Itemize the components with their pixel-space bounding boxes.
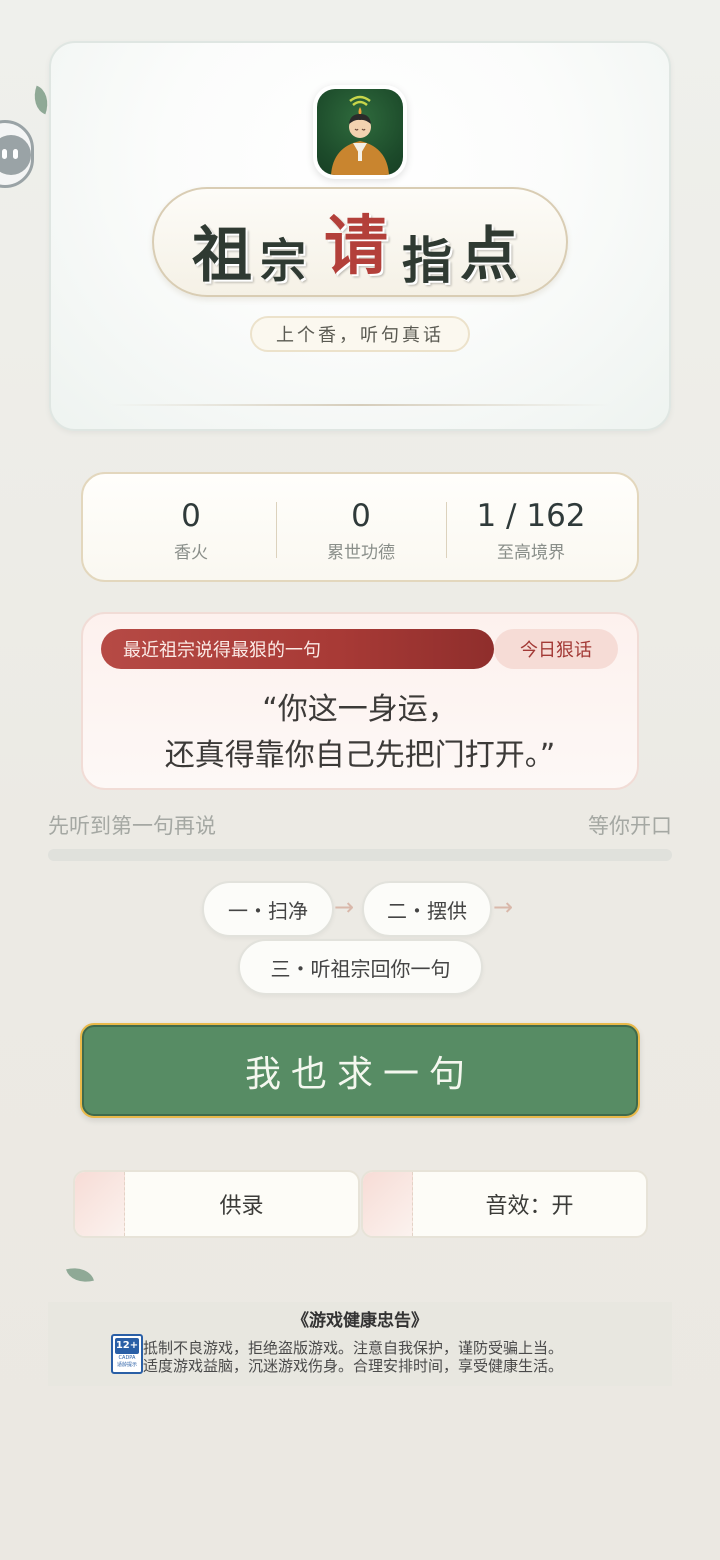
offering-record-button[interactable]: 供录 [73,1170,360,1238]
age-rating-org: CADPA [118,1355,136,1361]
health-notice-line-2: 适度游戏益脑，沉迷游戏伤身。合理安排时间，享受健康生活。 [143,1357,564,1375]
stat-incense: 0 香火 [106,496,276,563]
stat-merit: 0 累世功德 [276,496,446,563]
progress-left-label: 先听到第一句再说 [48,814,216,838]
hero-subtitle: 上个香，听句真话 [250,316,470,352]
sound-toggle-button[interactable]: 音效：开 [361,1170,648,1238]
game-title-banner: 祖 宗 请 指 点 [152,187,568,297]
hero-divider [110,404,610,406]
offering-record-label: 供录 [219,1194,264,1219]
title-char-5: 点 [460,220,519,288]
stat-merit-label: 累世功德 [327,543,395,563]
title-char-1: 祖 [192,221,252,291]
stat-merit-value: 0 [351,498,371,534]
health-notice-title: 《游戏健康忠告》 [292,1311,428,1331]
stat-realm: 1 / 162 至高境界 [446,496,616,563]
stat-realm-value: 1 / 162 [476,498,586,534]
age-rating-number: 12+ [115,1338,139,1354]
quote-line-2: 还真得靠你自己先把门打开。” [164,738,556,773]
age-rating-tag: 适龄提示 [116,1362,137,1368]
button-decoration [363,1172,413,1236]
stat-incense-value: 0 [181,498,201,534]
quote-line-1: “你这一身运， [262,692,458,727]
arrow-right-icon: → [493,893,514,921]
ancestor-avatar-icon [331,95,389,175]
quote-tag: 最近祖宗说得最狠的一句 [101,629,494,669]
step-offering[interactable]: 二・摆供 [362,881,492,937]
stat-realm-label: 至高境界 [497,543,565,563]
app-icon [313,85,407,179]
sound-toggle-label: 音效：开 [485,1194,574,1219]
ask-ancestor-button[interactable]: 我也求一句 [80,1023,640,1118]
title-char-4: 指 [402,231,452,290]
stats-panel: 0 香火 0 累世功德 1 / 162 至高境界 [81,472,639,582]
robot-face-icon [0,135,31,175]
arrow-right-icon: → [334,893,355,921]
title-char-2: 宗 [260,234,306,288]
age-rating-badge: 12+ CADPA 适龄提示 [111,1334,143,1374]
leaf-decoration-icon [66,1263,94,1287]
button-decoration [75,1172,125,1236]
progress-track [48,849,672,861]
stat-incense-label: 香火 [174,543,208,563]
progress-right-label: 等你开口 [588,814,672,838]
floating-assistant-avatar[interactable] [0,120,34,188]
step-listen[interactable]: 三・听祖宗回你一句 [238,939,483,995]
today-harsh-words-button[interactable]: 今日狠话 [494,629,618,669]
title-char-3: 请 [324,209,388,284]
step-sweep[interactable]: 一・扫净 [202,881,334,937]
